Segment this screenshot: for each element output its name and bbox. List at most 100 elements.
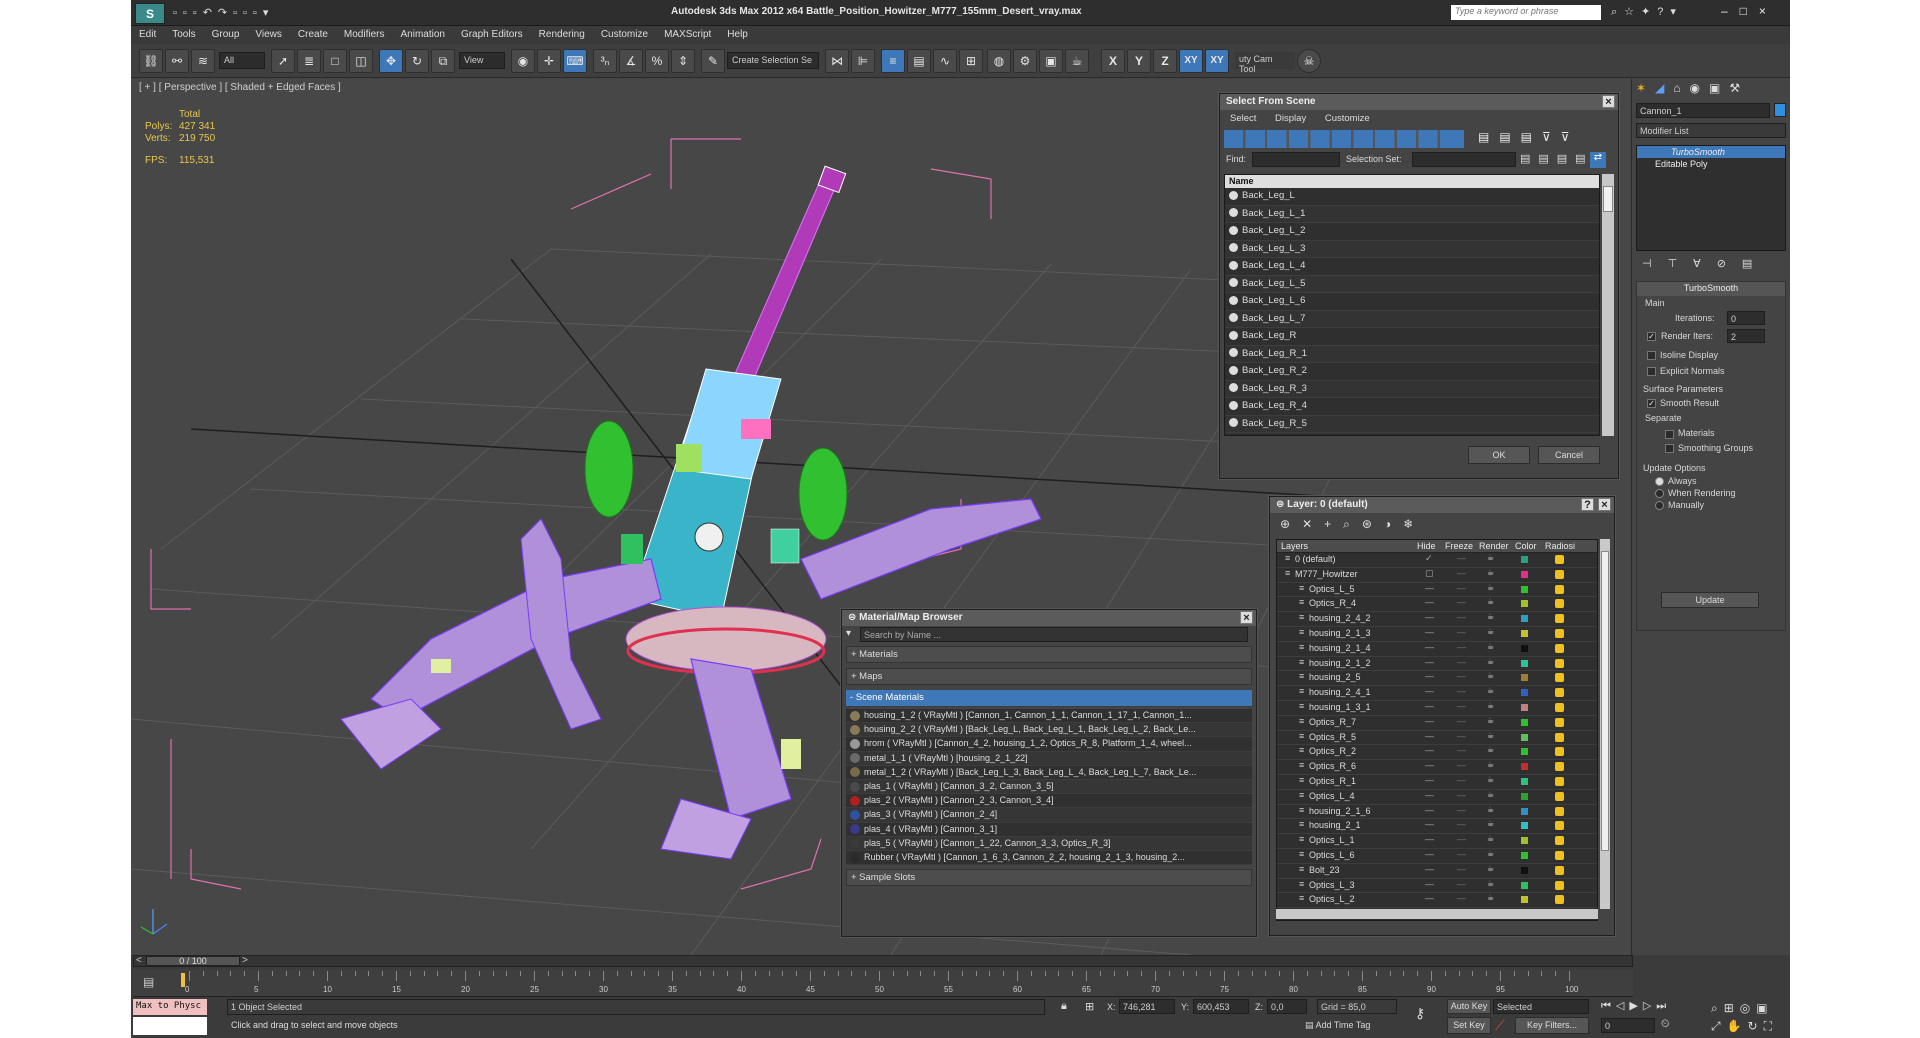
layer-hscrollbar[interactable] <box>1276 909 1598 919</box>
render-setup-icon[interactable]: ⚙ <box>1013 49 1037 73</box>
col-radiosity[interactable]: Radiosi <box>1545 541 1575 551</box>
layer-render-icon[interactable]: ☕ <box>1487 879 1494 888</box>
selset-icons[interactable]: ▤▤▤▤ <box>1520 152 1594 165</box>
always-radio[interactable] <box>1655 476 1664 486</box>
layer-radiosity-icon[interactable] <box>1555 702 1564 712</box>
layer-color-swatch[interactable] <box>1521 703 1528 711</box>
layer-radiosity-icon[interactable] <box>1555 673 1564 683</box>
percent-snap-icon[interactable]: % <box>645 49 669 73</box>
axis-y-button[interactable]: Y <box>1127 49 1151 73</box>
layer-color-swatch[interactable] <box>1521 615 1528 623</box>
layer-freeze-toggle[interactable]: — <box>1457 612 1466 622</box>
layer-render-icon[interactable]: ☕ <box>1487 834 1494 843</box>
layer-render-icon[interactable]: ☕ <box>1487 805 1494 814</box>
x-coord-field[interactable]: 746,281 <box>1119 999 1175 1014</box>
layer-freeze-toggle[interactable]: — <box>1457 805 1466 815</box>
layer-render-icon[interactable]: ☕ <box>1487 657 1494 666</box>
scene-object-row[interactable]: Back_Leg_R_1 <box>1225 345 1599 363</box>
unlink-icon[interactable]: ⚯ <box>165 49 189 73</box>
layer-freeze-toggle[interactable]: — <box>1457 583 1466 593</box>
add-time-tag-button[interactable]: ▤ Add Time Tag <box>1301 1018 1401 1034</box>
layer-radiosity-icon[interactable] <box>1555 555 1564 564</box>
manually-radio[interactable] <box>1655 501 1664 510</box>
layer-radiosity-icon[interactable] <box>1555 776 1564 786</box>
layer-row[interactable]: ≡ Optics_L_2 — — ☕ <box>1277 893 1597 909</box>
layer-hide-toggle[interactable]: — <box>1425 671 1434 681</box>
scene-object-row[interactable]: Back_Leg_L_7 <box>1225 310 1599 328</box>
sfs-menu-display[interactable]: Display <box>1275 113 1306 124</box>
select-and-move-icon[interactable]: ✥ <box>379 49 403 73</box>
layer-freeze-toggle[interactable]: — <box>1457 642 1466 652</box>
scene-material-row[interactable]: hrom ( VRayMtl ) [Cannon_4_2, housing_1_… <box>846 737 1252 752</box>
layer-color-swatch[interactable] <box>1521 585 1528 593</box>
layer-render-icon[interactable]: ☕ <box>1487 642 1494 651</box>
layer-hide-toggle[interactable]: — <box>1425 701 1434 711</box>
layer-radiosity-icon[interactable] <box>1555 865 1564 875</box>
select-in-layer-icon[interactable]: ⌕ <box>1343 517 1362 531</box>
layer-hide-toggle[interactable]: — <box>1425 760 1434 770</box>
key-filters-button[interactable]: Key Filters... <box>1515 1017 1589 1034</box>
layer-render-icon[interactable]: ☕ <box>1487 849 1494 858</box>
layer-freeze-toggle[interactable]: — <box>1457 864 1466 874</box>
layer-hide-toggle[interactable]: ▢ <box>1425 568 1434 579</box>
sep-smoothing-checkbox[interactable] <box>1665 443 1674 453</box>
bind-space-warp-icon[interactable]: ≋ <box>191 49 215 73</box>
scene-object-row[interactable]: Back_Leg_L_1 <box>1225 205 1599 223</box>
layer-color-swatch[interactable] <box>1521 881 1528 889</box>
ok-button[interactable]: OK <box>1468 446 1530 464</box>
menu-help[interactable]: Help <box>719 26 756 43</box>
col-hide[interactable]: Hide <box>1417 541 1436 551</box>
graphite-ribbon-icon[interactable]: ▤ <box>907 49 931 73</box>
sep-smoothing-row[interactable]: Smoothing Groups <box>1637 441 1785 461</box>
layer-hide-toggle[interactable]: — <box>1425 893 1434 903</box>
layer-row[interactable]: ≡ Optics_L_5 — — ☕ <box>1277 583 1597 598</box>
rendered-frame-icon[interactable]: ▣ <box>1039 49 1063 73</box>
layer-render-icon[interactable]: ☕ <box>1487 893 1494 902</box>
scene-object-row[interactable]: Back_Leg_L_4 <box>1225 258 1599 276</box>
layer-freeze-toggle[interactable]: — <box>1457 627 1466 637</box>
layer-color-swatch[interactable] <box>1521 718 1528 726</box>
layer-radiosity-icon[interactable] <box>1555 836 1564 846</box>
layer-hide-toggle[interactable]: — <box>1425 627 1434 637</box>
viewport-nav-controls[interactable]: ⌕⊞◎▣ ⤢✋↻⛶ <box>1711 999 1787 1035</box>
time-slider-prev[interactable]: < <box>136 955 142 966</box>
layer-freeze-toggle[interactable]: — <box>1457 775 1466 785</box>
layer-radiosity-icon[interactable] <box>1555 688 1564 698</box>
layer-color-swatch[interactable] <box>1521 777 1528 785</box>
select-by-name-icon[interactable]: ≣ <box>297 49 321 73</box>
stack-controls[interactable]: ⊣⊤∀⊘▤ <box>1636 257 1786 275</box>
layer-row[interactable]: ≡ Optics_R_4 — — ☕ <box>1277 597 1597 613</box>
layer-render-icon[interactable]: ☕ <box>1487 686 1494 695</box>
axis-z-button[interactable]: Z <box>1153 49 1177 73</box>
group-sample-slots[interactable]: + Sample Slots <box>846 869 1252 887</box>
layer-render-icon[interactable]: ☕ <box>1487 819 1494 828</box>
layer-render-icon[interactable]: ☕ <box>1487 864 1494 873</box>
layer-render-icon[interactable]: ☕ <box>1487 775 1494 784</box>
motion-tab-icon[interactable]: ◉ <box>1690 81 1709 95</box>
scene-object-row[interactable]: Back_Leg_R_5 <box>1225 415 1599 433</box>
layer-row[interactable]: ≡ Optics_R_6 — — ☕ <box>1277 760 1597 775</box>
scene-object-row[interactable]: Back_Leg_L_5 <box>1225 275 1599 293</box>
menu-graph-editors[interactable]: Graph Editors <box>453 26 531 43</box>
object-name-field[interactable]: Cannon_1 <box>1636 103 1770 118</box>
layer-render-icon[interactable]: ☕ <box>1487 553 1494 562</box>
layer-freeze-toggle[interactable]: — <box>1457 760 1466 770</box>
layer-color-swatch[interactable] <box>1521 689 1528 697</box>
layer-row[interactable]: ≡ housing_2_1 — — ☕ <box>1277 819 1597 835</box>
playback-config-icon[interactable]: ⏲ <box>1661 1018 1670 1031</box>
menu-edit[interactable]: Edit <box>131 26 164 43</box>
select-and-rotate-icon[interactable]: ↻ <box>405 49 429 73</box>
menu-create[interactable]: Create <box>290 26 336 43</box>
axis-xy-cycle-button[interactable]: XY <box>1205 49 1229 73</box>
window-crossing-icon[interactable]: ◫ <box>349 49 373 73</box>
schematic-view-icon[interactable]: ⊞ <box>959 49 983 73</box>
scene-object-row[interactable]: Back_Leg_L_3 <box>1225 240 1599 258</box>
select-object-icon[interactable]: ➚ <box>271 49 295 73</box>
close-icon[interactable]: × <box>1602 95 1615 108</box>
scene-material-row[interactable]: plas_4 ( VRayMtl ) [Cannon_3_1] <box>846 822 1252 837</box>
mirror-icon[interactable]: ⋈ <box>825 49 849 73</box>
scene-object-row[interactable]: Back_Leg_R_2 <box>1225 363 1599 381</box>
layer-color-swatch[interactable] <box>1521 600 1528 608</box>
layer-row[interactable]: ≡ Optics_L_4 — — ☕ <box>1277 790 1597 805</box>
layer-radiosity-icon[interactable] <box>1555 584 1564 594</box>
